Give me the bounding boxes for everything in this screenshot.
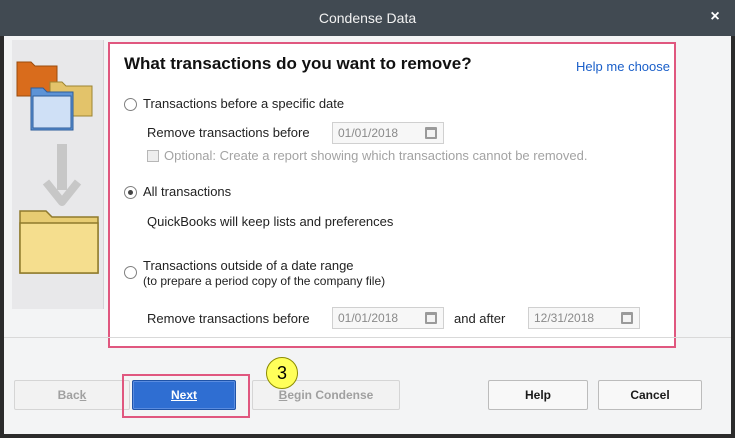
next-button[interactable]: Next (132, 380, 236, 410)
begin-label: egin Condense (287, 388, 374, 402)
radio-all-transactions[interactable] (124, 186, 137, 199)
range-before-label: Remove transactions before (147, 311, 310, 326)
page-heading: What transactions do you want to remove? (124, 54, 472, 73)
back-label: Bac (57, 388, 80, 402)
range-after-date-field[interactable]: 12/31/2018 (528, 307, 640, 329)
calendar-icon[interactable] (621, 312, 633, 324)
calendar-icon[interactable] (425, 312, 437, 324)
cancel-button[interactable]: Cancel (598, 380, 702, 410)
before-date-field[interactable]: 01/01/2018 (332, 122, 444, 144)
date-range-row: Remove transactions before (147, 311, 310, 326)
help-label: Help (524, 388, 551, 402)
calendar-icon[interactable] (425, 127, 437, 139)
title-bar: Condense Data × (0, 0, 735, 36)
cancel-label: Cancel (630, 388, 670, 402)
back-label-key: k (79, 388, 87, 402)
range-before-date-field[interactable]: 01/01/2018 (332, 307, 444, 329)
back-button[interactable]: Back (14, 380, 130, 410)
window-title: Condense Data (318, 10, 417, 26)
remove-before-label: Remove transactions before (147, 125, 310, 140)
option-date-range[interactable]: Transactions outside of a date range (to… (124, 258, 385, 289)
date-range-main-label: Transactions outside of a date range (143, 258, 354, 273)
and-after-row: and after (454, 311, 505, 326)
option-all-label: All transactions (143, 184, 232, 199)
optional-report-checkbox[interactable] (147, 149, 159, 162)
radio-date-range[interactable] (124, 266, 137, 279)
option-before-date[interactable]: Transactions before a specific date (124, 96, 344, 111)
next-label: Next (170, 388, 197, 402)
help-button[interactable]: Help (488, 380, 588, 410)
before-date-row: Remove transactions before (147, 125, 310, 140)
option-date-range-label: Transactions outside of a date range (to… (143, 258, 385, 289)
help-me-choose-link[interactable]: Help me choose (576, 59, 670, 74)
arrow-down-icon (42, 144, 82, 206)
close-icon[interactable]: × (705, 7, 725, 27)
dialog-content: What transactions do you want to remove?… (4, 36, 731, 434)
option-before-date-label: Transactions before a specific date (143, 96, 345, 111)
date-range-sub-label: (to prepare a period copy of the company… (143, 274, 386, 288)
and-after-label: and after (454, 311, 506, 326)
options-panel: What transactions do you want to remove?… (108, 42, 676, 348)
radio-before-date[interactable] (124, 98, 137, 111)
range-before-value: 01/01/2018 (338, 311, 399, 325)
footer-divider (4, 337, 731, 338)
keep-lists-row: QuickBooks will keep lists and preferenc… (147, 214, 393, 229)
condense-data-dialog: Condense Data × What transactions do you… (0, 0, 735, 438)
folder-icon (19, 210, 99, 274)
range-after-value: 12/31/2018 (534, 311, 595, 325)
before-date-value: 01/01/2018 (338, 126, 399, 140)
optional-report-row: Optional: Create a report showing which … (147, 148, 587, 163)
option-all-transactions[interactable]: All transactions (124, 184, 231, 199)
step-badge: 3 (266, 357, 298, 389)
optional-report-label: Optional: Create a report showing which … (164, 148, 588, 163)
keep-lists-note: QuickBooks will keep lists and preferenc… (147, 214, 394, 229)
